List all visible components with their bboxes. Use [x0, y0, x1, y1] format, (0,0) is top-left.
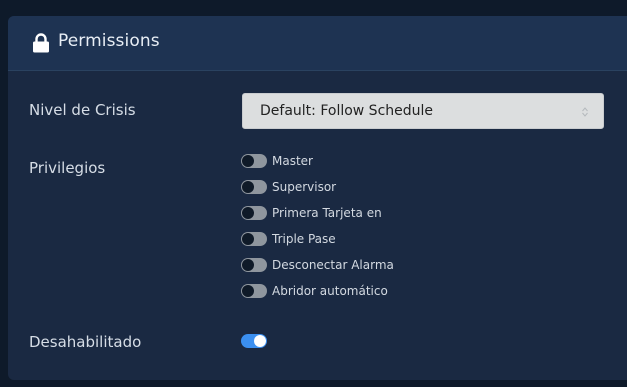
crisis-level-label: Nivel de Crisis	[29, 101, 136, 119]
toggle-knob	[242, 155, 254, 167]
toggle-master[interactable]	[241, 154, 267, 168]
toggle-first-card[interactable]	[241, 206, 267, 220]
toggle-disabled[interactable]	[241, 334, 267, 348]
toggle-knob	[254, 335, 266, 347]
select-arrows-icon	[582, 107, 588, 117]
panel-header: Permissions	[8, 16, 627, 71]
crisis-level-value: Default: Follow Schedule	[260, 103, 434, 119]
privilege-label-supervisor: Supervisor	[272, 180, 337, 194]
toggle-knob	[242, 181, 254, 193]
privilege-label-triple-pass: Triple Pase	[272, 232, 336, 246]
toggle-supervisor[interactable]	[241, 180, 267, 194]
permissions-panel: Permissions Nivel de Crisis Default: Fol…	[8, 16, 627, 380]
privilege-label-master: Master	[272, 154, 313, 168]
privilege-label-first-card: Primera Tarjeta en	[272, 206, 382, 220]
privilege-label-disconnect-alarm: Desconectar Alarma	[272, 258, 394, 272]
lock-icon	[33, 33, 49, 53]
toggle-knob	[242, 259, 254, 271]
crisis-level-select[interactable]: Default: Follow Schedule	[242, 93, 604, 129]
toggle-disconnect-alarm[interactable]	[241, 258, 267, 272]
privilege-label-auto-opener: Abridor automático	[272, 284, 388, 298]
toggle-knob	[242, 233, 254, 245]
toggle-knob	[242, 285, 254, 297]
panel-title: Permissions	[58, 31, 160, 51]
toggle-triple-pass[interactable]	[241, 232, 267, 246]
toggle-knob	[242, 207, 254, 219]
disabled-label: Desahabilitado	[29, 333, 142, 351]
privileges-label: Privilegios	[29, 159, 106, 177]
toggle-auto-opener[interactable]	[241, 284, 267, 298]
